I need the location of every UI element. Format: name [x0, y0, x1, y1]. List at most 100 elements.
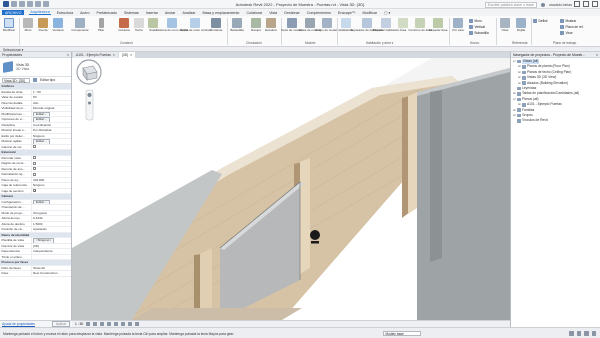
by-face-button[interactable]: Por cara — [451, 18, 465, 32]
crop-view-icon[interactable] — [121, 322, 126, 326]
navigation-bar[interactable] — [72, 58, 106, 128]
expand-toggle-icon[interactable]: ⊞ — [518, 102, 521, 107]
property-value[interactable]: Ninguno — [31, 133, 71, 138]
ribbon-tab[interactable]: Gestionar — [283, 11, 301, 15]
property-checkbox[interactable] — [33, 172, 37, 176]
ribbon-tab[interactable]: ARCHIVO — [2, 10, 25, 15]
properties-help-link[interactable]: Ayuda de propiedades — [2, 322, 35, 326]
vertical-opening-button[interactable]: Vertical — [469, 25, 485, 29]
curtain-system-button[interactable]: Sistema de muro cortina — [156, 18, 188, 32]
ribbon-tab[interactable]: Prefabricado — [96, 11, 118, 15]
ribbon-tab[interactable]: Anotar — [164, 11, 177, 15]
ribbon-tab[interactable]: ▢ ▾ — [383, 11, 391, 15]
close-icon[interactable] — [592, 1, 598, 7]
view-scale[interactable]: 1 : 50 — [75, 322, 83, 326]
expand-toggle-icon[interactable]: ⊞ — [518, 81, 521, 86]
property-value[interactable]: Por disciplina — [31, 128, 71, 133]
ceiling-button[interactable]: Techo — [132, 18, 146, 32]
property-value[interactable]: 1 : 50 — [31, 89, 71, 94]
property-edit-button[interactable]: Editar... — [33, 111, 50, 116]
door-button[interactable]: Puerta — [36, 18, 50, 32]
ribbon-tab[interactable]: Complementos — [306, 11, 332, 15]
roof-button[interactable]: Cubierta — [117, 18, 131, 32]
modify-button[interactable]: Modificar — [2, 18, 16, 32]
property-value[interactable]: 50 — [31, 95, 71, 100]
property-value[interactable]: Mostrar original — [31, 106, 71, 111]
dormer-button[interactable]: Buhardilla — [469, 31, 489, 35]
set-button[interactable]: Definir — [533, 19, 548, 23]
filter-icon[interactable] — [569, 331, 574, 336]
property-value[interactable]: Show All — [31, 265, 71, 270]
search-input[interactable]: Escribir palabra clave o frase — [484, 1, 538, 8]
ribbon-tab[interactable]: Enscape™ — [337, 11, 357, 15]
user-icon[interactable] — [541, 2, 546, 7]
steering-wheel-icon[interactable] — [87, 93, 92, 97]
detail-level-icon[interactable] — [86, 322, 91, 326]
property-value[interactable]: Ninguno — [31, 183, 71, 188]
close-icon[interactable]: × — [596, 53, 598, 57]
stair-button[interactable]: Escalera — [264, 18, 278, 32]
ribbon-tab[interactable]: Analizar — [182, 11, 197, 15]
grid-button[interactable]: Rejilla — [514, 18, 528, 32]
ribbon-tab[interactable]: Acero — [79, 11, 90, 15]
property-value[interactable]: 9.4342 — [31, 216, 71, 221]
property-checkbox[interactable] — [33, 167, 37, 171]
expand-toggle-icon[interactable]: ⊟ — [513, 59, 516, 64]
render-icon[interactable] — [114, 322, 119, 326]
property-checkbox[interactable] — [33, 189, 37, 193]
property-value[interactable]: Ajustando — [31, 227, 71, 232]
lock-view-icon[interactable] — [128, 322, 133, 326]
area-boundary-button[interactable]: Contorno de área — [408, 18, 432, 32]
window-button[interactable]: Ventana — [51, 18, 65, 32]
ribbon-tab[interactable]: Sistemas — [123, 11, 140, 15]
property-value[interactable]: Independiente — [31, 249, 71, 254]
ribbon-tab[interactable]: Insertar — [145, 11, 159, 15]
ramp-button[interactable]: Rampa — [249, 18, 263, 32]
ribbon-tab[interactable]: Arquitectura — [29, 10, 51, 15]
tag-room-button[interactable]: Etiquetar habitación — [373, 18, 399, 32]
select-dropdown[interactable]: Seleccionar ▾ — [3, 48, 23, 52]
property-edit-button[interactable]: Editar... — [33, 117, 50, 122]
property-value[interactable]: 304.800 — [31, 177, 71, 182]
ref-plane-button[interactable]: Plano de ref. — [560, 25, 584, 29]
user-name[interactable]: oswaldo.farias — [549, 3, 572, 7]
3d-viewport[interactable] — [72, 58, 510, 320]
drag-elements-icon[interactable] — [591, 331, 596, 336]
wall-button[interactable]: Muro — [21, 18, 35, 32]
tag-area-button[interactable]: Etiquetar área — [429, 18, 447, 32]
maximize-icon[interactable] — [583, 1, 589, 7]
ribbon-tab[interactable]: Colaborar — [245, 11, 263, 15]
mullion-button[interactable]: Montante — [209, 18, 223, 32]
type-selector[interactable]: Vista 3D 3D Vista — [0, 58, 71, 77]
workset-selector[interactable]: Modelo base — [383, 330, 421, 336]
property-checkbox[interactable] — [33, 156, 37, 160]
property-edit-button[interactable]: Editar... — [33, 199, 50, 204]
property-value[interactable]: Coordinación — [31, 122, 71, 127]
close-icon[interactable]: × — [113, 53, 115, 57]
viewer-button[interactable]: Visor — [560, 31, 573, 35]
select-links-icon[interactable] — [576, 331, 581, 336]
view-instance-dropdown[interactable]: Vista 3D: {3D} — [2, 77, 30, 83]
model-text-button[interactable]: Texto de modelo — [281, 18, 303, 32]
property-value[interactable]: {3D} — [31, 243, 71, 248]
ribbon-tab[interactable]: Estructura — [56, 11, 74, 15]
ribbon-tab[interactable]: Modificar — [362, 11, 379, 15]
property-checkbox[interactable] — [33, 161, 37, 165]
close-icon[interactable]: × — [130, 53, 132, 57]
expand-toggle-icon[interactable]: ⊟ — [513, 97, 516, 102]
level-button[interactable]: Nivel — [498, 18, 512, 32]
shadows-icon[interactable] — [107, 322, 112, 326]
close-icon[interactable]: × — [67, 53, 69, 57]
property-edit-button[interactable]: <Ninguno> — [33, 238, 55, 243]
sun-path-icon[interactable] — [100, 322, 105, 326]
property-checkbox[interactable] — [33, 145, 37, 149]
show-button[interactable]: Mostrar — [560, 19, 576, 23]
property-value[interactable]: New Construction — [31, 271, 71, 276]
edit-type-button[interactable]: Editar tipo — [40, 78, 55, 82]
property-value[interactable]: Alto — [31, 100, 71, 105]
expand-toggle-icon[interactable]: ⊞ — [513, 113, 516, 118]
hide-isolate-icon[interactable] — [135, 322, 140, 326]
zoom-icon[interactable] — [88, 101, 91, 105]
visual-style-icon[interactable] — [93, 322, 98, 326]
ribbon-tab[interactable]: Masa y emplazamiento — [201, 11, 240, 15]
